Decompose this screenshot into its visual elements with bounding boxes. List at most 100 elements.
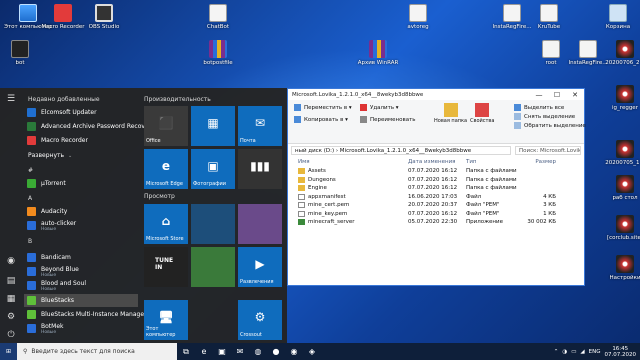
- app-bandicam[interactable]: Bandicam: [24, 251, 138, 264]
- user-icon[interactable]: ◉: [6, 256, 16, 266]
- recorder-icon[interactable]: ◉: [287, 343, 301, 360]
- desktop-icon[interactable]: ig_regger: [599, 85, 640, 111]
- desktop-icon[interactable]: раб стол: [599, 175, 640, 201]
- search-field[interactable]: Поиск: Microsoft.Lovika_1.2.1...: [515, 146, 581, 155]
- obs-icon[interactable]: ●: [269, 343, 283, 360]
- app-advanced-archive[interactable]: Advanced Archive Password Recovery: [24, 120, 155, 133]
- file-name-cell: Engine: [298, 185, 408, 192]
- clock[interactable]: 16:45 07.07.2020: [605, 346, 637, 358]
- tile-entertainment[interactable]: ▶ Развлечения: [238, 247, 282, 287]
- app-icon: [27, 136, 36, 145]
- file-row[interactable]: Assets 07.07.2020 16:12 Папка с файлами: [288, 167, 584, 176]
- file-row[interactable]: Dungeons 07.07.2020 16:12 Папка с файлами: [288, 176, 584, 185]
- desktop-icon[interactable]: bot: [0, 40, 46, 66]
- close-button[interactable]: ✕: [566, 91, 584, 99]
- battery-icon[interactable]: ◑: [562, 349, 567, 355]
- desktop-icon[interactable]: Архив WinRAR: [352, 40, 404, 66]
- desktop-icon[interactable]: KruTube: [523, 4, 575, 30]
- volume-icon[interactable]: ◢: [580, 349, 584, 355]
- tile-disney[interactable]: [191, 204, 235, 244]
- desktop-icon[interactable]: 20200706_2...: [599, 40, 640, 66]
- desktop-icon[interactable]: 20200705_1...: [599, 140, 640, 166]
- delete-button[interactable]: Удалить ▾: [360, 104, 399, 111]
- file-type: Папка с файлами: [466, 185, 517, 192]
- hamburger-icon[interactable]: ☰: [6, 94, 16, 104]
- select-none-button[interactable]: Снять выделение: [514, 113, 575, 120]
- address-path[interactable]: ный диск (D:) › Microsoft.Lovika_1.2.1.0…: [291, 146, 511, 155]
- expand-button[interactable]: Развернуть ⌄: [24, 149, 138, 162]
- power-icon[interactable]: ⏻: [6, 330, 16, 340]
- tile-game[interactable]: [238, 204, 282, 244]
- file-row[interactable]: mine_cert.pem 20.07.2020 20:37 Файл "PEM" 3…: [288, 201, 584, 210]
- desktop-icon[interactable]: Корзина: [592, 4, 640, 30]
- column-size[interactable]: Размер: [526, 159, 556, 165]
- tile-crossout[interactable]: ⚙ Crossout: [238, 300, 282, 340]
- equalizer-icon: ▮▮▮: [250, 158, 270, 173]
- chevron-up-icon[interactable]: ⌃: [554, 349, 559, 355]
- file-row[interactable]: appxmanifest 16.06.2020 17:03 Файл 4 КБ: [288, 193, 584, 202]
- file-row[interactable]: mine_key.pem 07.07.2020 16:12 Файл "PEM" 1 …: [288, 210, 584, 219]
- app-botmek[interactable]: BotMek Новые: [24, 322, 138, 335]
- desktop-icon[interactable]: ChatBot: [192, 4, 244, 30]
- invert-selection-button[interactable]: Обратить выделение: [514, 122, 586, 129]
- tile-gardenscapes[interactable]: [191, 247, 235, 287]
- app-audacity[interactable]: Audacity: [24, 205, 138, 218]
- disc-icon: [616, 215, 634, 233]
- edge-icon[interactable]: e: [197, 343, 211, 360]
- letter-header[interactable]: B: [28, 238, 32, 245]
- tile-office[interactable]: ⬛ Office: [144, 106, 188, 146]
- move-to-button[interactable]: Переместить в ▾: [294, 104, 352, 111]
- tile-computer[interactable]: 🖥 Этот компьютер: [144, 300, 188, 340]
- settings-icon[interactable]: ⚙: [6, 312, 16, 322]
- select-all-button[interactable]: Выделить все: [514, 104, 564, 111]
- app-blood-and-soul[interactable]: Blood and Soul Новые: [24, 279, 138, 292]
- taskbar-search[interactable]: ⚲ Введите здесь текст для поиска: [17, 343, 177, 360]
- app-bluestacks[interactable]: BlueStacks: [24, 294, 138, 307]
- properties-button[interactable]: Свойства: [470, 103, 494, 125]
- mail-icon[interactable]: ✉: [233, 343, 247, 360]
- desktop-icon[interactable]: avtoreg: [392, 4, 444, 30]
- file-row[interactable]: Engine 07.07.2020 16:12 Папка с файлами: [288, 184, 584, 193]
- copy-to-button[interactable]: Копировать в ▾: [294, 116, 348, 123]
- desktop-icon[interactable]: Настройки: [599, 255, 640, 281]
- pictures-icon[interactable]: ▦: [6, 294, 16, 304]
- column-date[interactable]: Дата изменения: [408, 159, 466, 165]
- app-bluestacks-multi[interactable]: BlueStacks Multi-Instance Manager: [24, 308, 146, 321]
- tile-equalizer[interactable]: ▮▮▮: [238, 149, 282, 189]
- tile-label: Развлечения: [240, 279, 274, 285]
- rename-button[interactable]: Переименовать: [360, 116, 416, 123]
- tile-store[interactable]: ⌂ Microsoft Store: [144, 204, 188, 244]
- app-icon: [27, 108, 36, 117]
- app-macro-recorder[interactable]: Macro Recorder: [24, 134, 138, 147]
- tile-mail[interactable]: ✉ Почта: [238, 106, 282, 146]
- tile-office-apps[interactable]: ▦: [191, 106, 235, 146]
- language-indicator[interactable]: ENG: [589, 349, 601, 355]
- maximize-button[interactable]: ☐: [548, 91, 566, 99]
- network-icon[interactable]: ▭: [571, 349, 576, 355]
- column-type[interactable]: Тип: [466, 159, 526, 165]
- chrome-icon[interactable]: ◍: [251, 343, 265, 360]
- minimize-button[interactable]: —: [530, 91, 548, 99]
- app-beyond-blue[interactable]: Beyond Blue Новые: [24, 265, 138, 278]
- window-titlebar[interactable]: Microsoft.Lovika_1.2.1.0_x64__8wekyb3d8b…: [288, 89, 584, 100]
- start-button[interactable]: ⊞: [0, 343, 17, 360]
- desktop-icon[interactable]: botpostfile: [192, 40, 244, 66]
- tile-photos[interactable]: ▣ Фотографии: [191, 149, 235, 189]
- app-icon: [27, 179, 36, 188]
- tile-edge[interactable]: e Microsoft Edge: [144, 149, 188, 189]
- letter-header[interactable]: A: [28, 195, 32, 202]
- desktop-icon[interactable]: OBS Studio: [78, 4, 130, 30]
- documents-icon[interactable]: ▤: [6, 276, 16, 286]
- explorer-icon[interactable]: ▣: [215, 343, 229, 360]
- task-view-icon[interactable]: ⧉: [179, 343, 193, 360]
- column-name[interactable]: Имя: [298, 159, 408, 165]
- letter-header[interactable]: #: [28, 167, 33, 174]
- desktop-icon[interactable]: [corclub.site]: [599, 215, 640, 241]
- tile-tunein[interactable]: TUNE IN: [144, 247, 188, 287]
- new-folder-button[interactable]: Новая папка: [434, 103, 467, 125]
- app-elcomsoft-updater[interactable]: Elcomsoft Updater: [24, 106, 138, 119]
- app-utorrent[interactable]: µTorrent: [24, 177, 138, 190]
- app-icon[interactable]: ◈: [305, 343, 319, 360]
- file-row[interactable]: minecraft_server 05.07.2020 22:30 Приложен…: [288, 218, 584, 227]
- app-auto-clicker[interactable]: auto-clicker Новые: [24, 219, 138, 232]
